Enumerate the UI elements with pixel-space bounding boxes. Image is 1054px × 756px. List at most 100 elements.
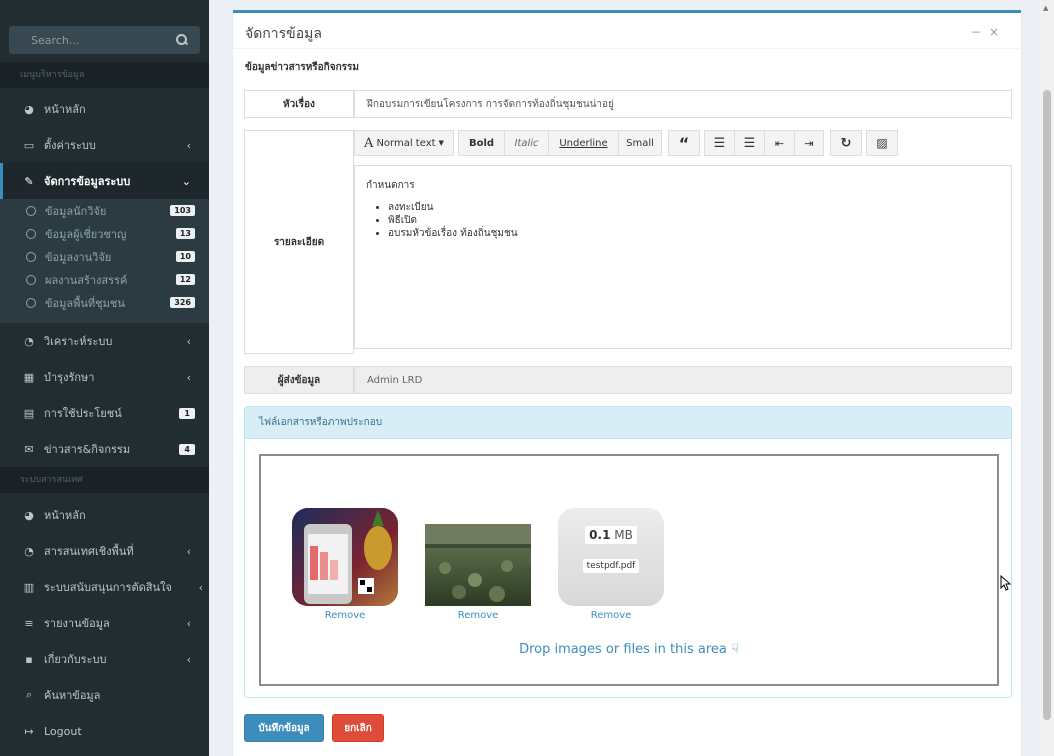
pie-chart-icon: ◔ [24,544,34,558]
minimize-icon[interactable]: − [971,25,989,39]
submenu-item-experts[interactable]: ข้อมูลผู้เชี่ยวชาญ 13 [0,222,209,245]
menu-item-gis[interactable]: ◔ สารสนเทศเชิงพื้นที่ ‹ [0,533,209,569]
attachments-panel-title: ไฟล์เอกสารหรือภาพประกอบ [245,407,1011,439]
subject-input[interactable]: ฝึกอบรมการเขียนโครงการ การจัดการท้องถิ่น… [354,90,1012,118]
indent-button[interactable]: ⇥ [794,130,824,156]
editor-heading: กำหนดการ [366,180,415,191]
normal-text-dropdown[interactable]: A Normal text ▼ [354,130,454,156]
submenu-item-community-areas[interactable]: ข้อมูลพื้นที่ชุมชน 326 [0,291,209,314]
dropzone-message-text: Drop images or files in this area [519,642,727,657]
pdf-size-unit: MB [614,528,633,542]
submenu-item-creative-works[interactable]: ผลงานสร้างสรรค์ 12 [0,268,209,291]
ordered-list-button[interactable]: ☰ [734,130,764,156]
submenu-item-research[interactable]: ข้อมูลงานวิจัย 10 [0,245,209,268]
cancel-button[interactable]: ยกเลิก [332,714,384,742]
close-icon[interactable]: × [989,25,1007,39]
submenu-item-researchers[interactable]: ข้อมูลนักวิจัย 103 [0,199,209,222]
hand-point-down-icon: ☟ [730,642,739,657]
submenu-label: ข้อมูลนักวิจัย [45,204,107,218]
menu-item-utilization[interactable]: ▤ การใช้ประโยชน์ 1 [0,395,209,431]
blockquote-button[interactable]: “ [668,130,700,156]
submenu-label: ข้อมูลงานวิจัย [45,250,112,264]
menu-label: สารสนเทศเชิงพื้นที่ [44,545,134,558]
calendar-icon: ▤ [23,406,35,420]
sign-out-icon: ↦ [24,724,34,738]
menu-label: หน้าหลัก [44,103,86,116]
menu-item-info-home[interactable]: ◕ หน้าหลัก [0,497,209,533]
outdent-button[interactable]: ⇤ [764,130,794,156]
menu-item-dss[interactable]: ▥ ระบบสนับสนุนการตัดสินใจ ‹ [0,569,209,605]
count-badge: 4 [179,443,195,455]
list-ul-icon: ☰ [713,135,726,151]
search-icon[interactable] [176,34,188,46]
image-icon: ▨ [876,136,888,150]
pdf-file-preview[interactable]: 0.1 MB testpdf.pdf [558,508,664,606]
box-tools: −× [971,25,1007,39]
small-button[interactable]: Small [618,130,662,156]
list-group: ☰ ☰ ⇤ ⇥ [704,130,824,156]
menu-label: รายงานข้อมูล [44,617,110,630]
edit-icon: ✎ [24,174,34,188]
menu-item-manage-data[interactable]: ✎ จัดการข้อมูลระบบ ⌄ [0,163,209,199]
circle-icon [26,274,36,285]
envelope-icon: ✉ [24,442,34,456]
remove-file-link[interactable]: Remove [425,610,531,621]
insert-image-button[interactable]: ▨ [866,130,898,156]
grid-icon: ▪ [25,652,33,666]
scroll-up-arrow-icon[interactable]: ▲ [1043,4,1048,12]
sidebar: Search... เมนูบริหารข้อมูล ◕ หน้าหลัก ▭ … [0,0,209,756]
search-icon: ⌕ [25,688,33,701]
remove-file-link[interactable]: Remove [292,610,398,621]
circle-icon [26,297,36,308]
menu-item-news[interactable]: ✉ ข่าวสาร&กิจกรรม 4 [0,431,209,467]
chevron-left-icon: ‹ [198,580,203,594]
remove-file-link[interactable]: Remove [558,610,664,621]
normal-text-label: Normal text [376,137,436,149]
unordered-list-button[interactable]: ☰ [704,130,734,156]
menu-label: ข่าวสาร&กิจกรรม [44,443,131,456]
save-button[interactable]: บันทึกข้อมูล [244,714,324,742]
editor-list-item: อบรมหัวข้อเรื่อง ท้องถิ่นชุมชน [388,227,1000,240]
menu-label: Logout [44,724,82,738]
underline-button[interactable]: Underline [548,130,618,156]
file-dropzone[interactable]: Remove Remove 0.1 MB testpdf.pdf Remove … [259,454,999,686]
menu-item-reports[interactable]: ≡ รายงานข้อมูล ‹ [0,605,209,641]
menu-item-logout[interactable]: ↦ Logout [0,713,209,749]
dashboard-icon: ◕ [24,508,34,522]
image-thumbnail[interactable] [292,508,398,606]
menu-item-search-data[interactable]: ⌕ ค้นหาข้อมูล [0,677,209,713]
editor-list-item: ลงทะเบียน [388,201,1000,214]
chevron-left-icon: ‹ [186,544,191,558]
sender-label: ผู้ส่งข้อมูล [244,366,354,394]
box-title: จัดการข้อมูล [245,26,322,42]
indent-icon: ⇥ [804,136,814,150]
submenu: ข้อมูลนักวิจัย 103 ข้อมูลผู้เชี่ยวชาญ 13… [0,199,209,323]
submenu-label: ข้อมูลผู้เชี่ยวชาญ [45,227,127,241]
submenu-label: ข้อมูลพื้นที่ชุมชน [45,296,125,310]
editor-toolbar: A Normal text ▼ Bold Italic Underline Sm… [354,130,902,156]
menu-item-settings[interactable]: ▭ ตั้งค่าระบบ ‹ [0,127,209,163]
table-icon: ▦ [23,370,35,384]
pdf-name-wrap: testpdf.pdf [558,558,664,573]
image-thumbnail[interactable] [425,508,531,606]
menu-label: จัดการข้อมูลระบบ [44,175,131,188]
sidebar-search-input[interactable]: Search... [9,26,200,54]
menu-item-home[interactable]: ◕ หน้าหลัก [0,91,209,127]
chevron-left-icon: ‹ [186,652,191,666]
count-badge: 103 [170,205,195,216]
menu-item-maintenance[interactable]: ▦ บำรุงรักษา ‹ [0,359,209,395]
chevron-left-icon: ‹ [186,616,191,630]
menu-item-analysis[interactable]: ◔ วิเคราะห์ระบบ ‹ [0,323,209,359]
chevron-left-icon: ‹ [186,138,191,152]
page-scrollbar[interactable]: ▲ [1040,0,1054,756]
count-badge: 10 [175,251,195,262]
italic-button[interactable]: Italic [504,130,548,156]
form-subtitle: ข้อมูลข่าวสารหรือกิจกรรม [245,62,359,73]
link-button[interactable]: ↻ [830,130,862,156]
detail-editor[interactable]: กำหนดการ ลงทะเบียน พิธีเปิด อบรมหัวข้อเร… [354,165,1012,349]
scrollbar-thumb[interactable] [1043,90,1051,720]
menu-item-about[interactable]: ▪ เกี่ยวกับระบบ ‹ [0,641,209,677]
bold-button[interactable]: Bold [458,130,504,156]
section-header-info: ระบบสารสนเทศ [0,467,209,493]
menu-label: วิเคราะห์ระบบ [44,335,113,348]
